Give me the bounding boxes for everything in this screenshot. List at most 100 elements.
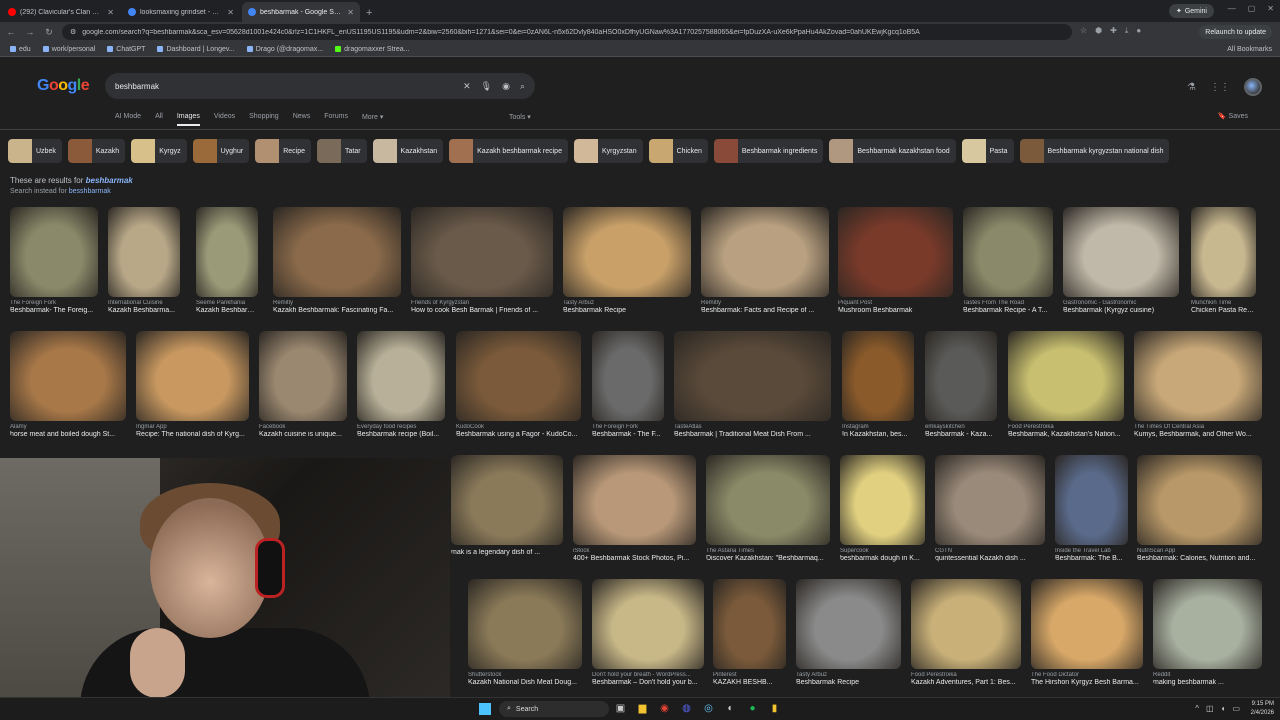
filter-chip[interactable]: Beshbarmak kyrgyzstan national dish <box>1019 139 1170 163</box>
browser-tab[interactable]: looksmaxing grindset - Google S ✕ <box>122 2 240 22</box>
result-thumbnail[interactable] <box>10 207 98 297</box>
result-source[interactable]: KudoCook <box>456 424 581 430</box>
image-result[interactable]: Friends of Kyrgyzstan How to cook Besh Ba… <box>411 207 553 314</box>
image-result[interactable]: Everyday food recipes Beshbarmak recipe (… <box>357 331 445 438</box>
result-source[interactable]: Piquant Post <box>838 300 953 306</box>
result-source[interactable]: Ingmar App <box>136 424 249 430</box>
result-source[interactable]: Seeme Pankhania <box>196 300 258 306</box>
profile-icon[interactable]: ● <box>1136 26 1141 36</box>
image-result[interactable]: TasteAtlas Beshbarmak | Traditional Meat … <box>674 331 831 438</box>
result-caption[interactable]: horse meat and boiled dough St... <box>10 431 126 438</box>
search-icon[interactable]: ⌕ <box>520 81 525 92</box>
result-caption[interactable]: Beshbarmak | Traditional Meat Dish From … <box>674 431 831 438</box>
result-caption[interactable]: quintessential Kazakh dish ... <box>935 555 1045 562</box>
result-source[interactable]: Tasty Arbuz <box>563 300 691 306</box>
result-thumbnail[interactable] <box>706 455 830 545</box>
windows-start-icon[interactable] <box>479 703 491 715</box>
result-source[interactable]: CGTN <box>935 548 1045 554</box>
bookmark-item[interactable]: work/personal <box>42 46 95 53</box>
microphone-icon[interactable]: 🎙 <box>481 81 492 92</box>
image-result[interactable]: Pinterest KAZAKH BESHB... <box>713 579 786 686</box>
image-result[interactable]: iStock 400+ Beshbarmak Stock Photos, Pi..… <box>573 455 696 562</box>
result-source[interactable]: Pinterest <box>713 672 786 678</box>
tab-news[interactable]: News <box>293 113 311 126</box>
image-result[interactable]: mak is a legendary dish of ... <box>451 455 563 556</box>
search-input[interactable]: beshbarmak <box>115 82 453 91</box>
image-result[interactable]: Shutterstock Kazakh National Dish Meat Do… <box>468 579 582 686</box>
tray-chevron-icon[interactable]: ^ <box>1195 704 1199 713</box>
result-source[interactable]: Don't hold your breath - WordPress... <box>592 672 704 678</box>
notes-icon[interactable]: ▮ <box>768 702 781 715</box>
image-result[interactable]: The Foreign Fork Beshbarmak- The Foreig..… <box>10 207 98 314</box>
result-source[interactable]: Facebook <box>259 424 347 430</box>
result-source[interactable]: Shutterstock <box>468 672 582 678</box>
image-result[interactable]: Tasty Arbuz Beshbarmak Recipe <box>796 579 901 686</box>
result-thumbnail[interactable] <box>259 331 347 421</box>
tab-all[interactable]: All <box>155 113 163 126</box>
search-box[interactable]: beshbarmak ✕ 🎙 ◉ ⌕ <box>105 73 535 99</box>
result-thumbnail[interactable] <box>563 207 691 297</box>
image-result[interactable]: KudoCook Beshbarmak using a Fagor - KudoC… <box>456 331 581 438</box>
result-source[interactable]: Instagram <box>842 424 914 430</box>
image-result[interactable]: Alamy horse meat and boiled dough St... <box>10 331 126 438</box>
close-tab-icon[interactable]: ✕ <box>347 8 354 17</box>
result-thumbnail[interactable] <box>573 455 696 545</box>
result-caption[interactable]: Beshbarmak: Calories, Nutrition and... <box>1137 555 1262 562</box>
discord-icon[interactable]: ◍ <box>680 702 693 715</box>
browser-tab[interactable]: (292) Clavicular's Clan Commu ✕ <box>2 2 120 22</box>
result-thumbnail[interactable] <box>840 455 925 545</box>
result-caption[interactable]: Kazakh Beshbarma... <box>108 307 180 314</box>
result-caption[interactable]: Beshbarmak - The F... <box>592 431 664 438</box>
result-thumbnail[interactable] <box>1031 579 1143 669</box>
filter-chip[interactable]: Kyrgyzstan <box>573 139 643 163</box>
result-thumbnail[interactable] <box>468 579 582 669</box>
result-thumbnail[interactable] <box>1008 331 1124 421</box>
avatar[interactable] <box>1244 78 1262 96</box>
volume-icon[interactable]: ◖ <box>1221 704 1226 713</box>
result-source[interactable]: Inside the Travel Lab <box>1055 548 1128 554</box>
tab-images[interactable]: Images <box>176 113 200 126</box>
image-result[interactable]: International Cuisine Kazakh Beshbarma... <box>108 207 180 314</box>
result-source[interactable]: Supercook <box>840 548 925 554</box>
tab-videos[interactable]: Videos <box>214 113 235 126</box>
image-result[interactable]: Remitly Beshbarmak: Facts and Recipe of .… <box>701 207 829 314</box>
image-result[interactable]: Munchkin Time Chicken Pasta Reci... <box>1191 207 1256 314</box>
gemini-button[interactable]: ✦ Gemini <box>1168 4 1214 18</box>
result-caption[interactable]: Mushroom Beshbarmak <box>838 307 953 314</box>
result-caption[interactable]: 400+ Beshbarmak Stock Photos, Pi... <box>573 555 696 562</box>
download-icon[interactable]: ⤓ <box>1125 26 1129 36</box>
result-thumbnail[interactable] <box>838 207 953 297</box>
tab-ai-mode[interactable]: AI Mode <box>115 113 141 126</box>
result-caption[interactable]: Kazakh Beshbarma... <box>196 307 258 314</box>
image-result[interactable]: Reddit making beshbarmak ... <box>1153 579 1262 686</box>
result-thumbnail[interactable] <box>196 207 258 297</box>
obs-icon[interactable]: ◐ <box>724 702 737 715</box>
back-icon[interactable]: ← <box>6 27 16 37</box>
result-source[interactable]: TasteAtlas <box>674 424 831 430</box>
puzzle-icon[interactable]: ✚ <box>1110 26 1117 36</box>
result-thumbnail[interactable] <box>357 331 445 421</box>
result-source[interactable]: Everyday food recipes <box>357 424 445 430</box>
result-thumbnail[interactable] <box>713 579 786 669</box>
image-result[interactable]: Tasty Arbuz Beshbarmak Recipe <box>563 207 691 314</box>
file-explorer-icon[interactable]: ▆ <box>636 702 649 715</box>
result-source[interactable]: Gastronomic - Gastronomic <box>1063 300 1179 306</box>
network-icon[interactable]: ◫ <box>1206 704 1214 713</box>
result-caption[interactable]: Beshbarmak using a Fagor - KudoCo... <box>456 431 581 438</box>
close-tab-icon[interactable]: ✕ <box>227 8 234 17</box>
result-thumbnail[interactable] <box>1191 207 1256 297</box>
result-caption[interactable]: In Kazakhstan, bes... <box>842 431 914 438</box>
result-source[interactable]: NutriScan App <box>1137 548 1262 554</box>
filter-chip[interactable]: Uzbek <box>8 139 62 163</box>
result-caption[interactable]: mak is a legendary dish of ... <box>451 549 563 556</box>
result-thumbnail[interactable] <box>451 455 563 545</box>
result-caption[interactable]: Discover Kazakhstan: "Beshbarmaq... <box>706 555 830 562</box>
filter-chip[interactable]: Kazakh beshbarmak recipe <box>449 139 568 163</box>
result-caption[interactable]: Beshbarmak: Facts and Recipe of ... <box>701 307 829 314</box>
result-thumbnail[interactable] <box>273 207 401 297</box>
filter-chip[interactable]: Kazakh <box>67 139 126 163</box>
result-caption[interactable]: KAZAKH BESHB... <box>713 679 786 686</box>
result-source[interactable]: International Cuisine <box>108 300 180 306</box>
result-source[interactable]: iStock <box>573 548 696 554</box>
result-thumbnail[interactable] <box>10 331 126 421</box>
